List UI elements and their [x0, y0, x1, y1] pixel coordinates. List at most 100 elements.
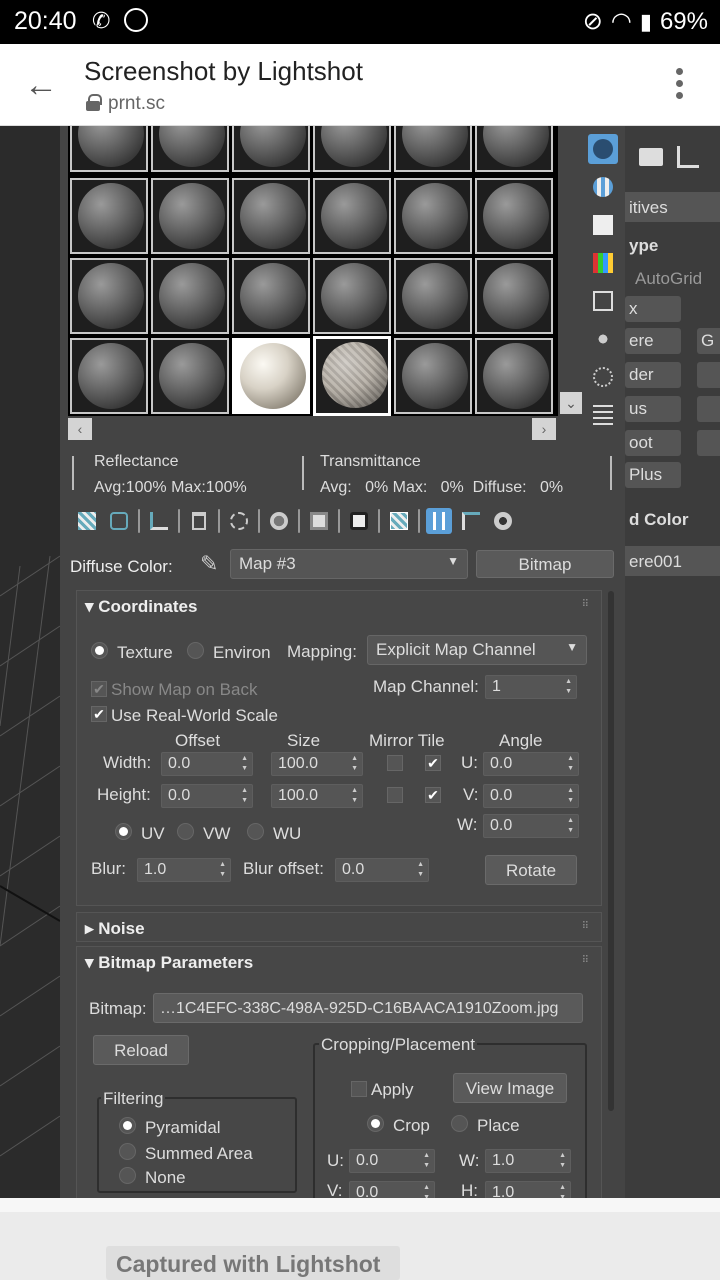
- primitive-button-3b[interactable]: [697, 362, 720, 388]
- crop-h-input[interactable]: 1.0: [485, 1181, 571, 1198]
- material-slot[interactable]: [232, 258, 310, 334]
- width-offset-input[interactable]: 0.0: [161, 752, 253, 776]
- overflow-menu-icon[interactable]: [676, 68, 684, 104]
- map-type-button[interactable]: Bitmap: [476, 550, 614, 578]
- mapping-select[interactable]: Explicit Map Channel ▼: [367, 635, 587, 665]
- crop-w-input[interactable]: 1.0: [485, 1149, 571, 1173]
- blur-offset-input[interactable]: 0.0: [335, 858, 429, 882]
- go-forward-icon[interactable]: [490, 508, 516, 534]
- back-arrow-icon[interactable]: ←: [24, 66, 58, 105]
- material-slot[interactable]: [70, 258, 148, 334]
- uv-radio[interactable]: [115, 823, 132, 840]
- summed-area-radio[interactable]: [119, 1143, 136, 1160]
- put-to-scene-icon[interactable]: [106, 508, 132, 534]
- material-slot[interactable]: [313, 126, 391, 172]
- show-map-icon[interactable]: [386, 508, 412, 534]
- material-slot[interactable]: [232, 178, 310, 254]
- height-size-input[interactable]: 100.0: [271, 784, 363, 808]
- vw-radio[interactable]: [177, 823, 194, 840]
- primitive-button-5[interactable]: oot: [625, 430, 681, 456]
- width-mirror-checkbox[interactable]: [387, 755, 403, 771]
- v-angle-input[interactable]: 0.0: [483, 784, 579, 808]
- material-slot[interactable]: [394, 126, 472, 172]
- view-image-button[interactable]: View Image: [453, 1073, 567, 1103]
- scroll-down-button[interactable]: ⌄: [560, 392, 582, 414]
- rotate-button[interactable]: Rotate: [485, 855, 577, 885]
- material-slot[interactable]: [151, 338, 229, 414]
- primitive-button-3[interactable]: der: [625, 362, 681, 388]
- material-slot[interactable]: [151, 126, 229, 172]
- material-slot-used[interactable]: [232, 338, 310, 414]
- uv-tiling-icon[interactable]: [588, 248, 618, 278]
- material-slot[interactable]: [313, 178, 391, 254]
- scroll-left-button[interactable]: ‹: [68, 418, 92, 440]
- map-name-select[interactable]: Map #3 ▼: [230, 549, 468, 579]
- video-check-icon[interactable]: [588, 286, 618, 316]
- rollout-scrollbar[interactable]: [608, 591, 614, 1111]
- texture-radio[interactable]: [91, 642, 108, 659]
- crop-u-input[interactable]: 0.0: [349, 1149, 435, 1173]
- material-slot[interactable]: [394, 178, 472, 254]
- scroll-right-button[interactable]: ›: [532, 418, 556, 440]
- coordinates-header[interactable]: ▾ Coordinates: [85, 597, 197, 617]
- show-end-result-icon[interactable]: [426, 508, 452, 534]
- material-id-icon[interactable]: [346, 508, 372, 534]
- height-mirror-checkbox[interactable]: [387, 787, 403, 803]
- helpers-icon[interactable]: [677, 146, 699, 168]
- height-tile-checkbox[interactable]: ✔: [425, 787, 441, 803]
- eyedropper-icon[interactable]: ✎: [200, 551, 218, 577]
- u-angle-input[interactable]: 0.0: [483, 752, 579, 776]
- bitmap-parameters-header[interactable]: ▾ Bitmap Parameters: [85, 953, 253, 973]
- w-angle-input[interactable]: 0.0: [483, 814, 579, 838]
- use-real-world-scale-checkbox[interactable]: ✔: [91, 706, 107, 722]
- options-icon[interactable]: [588, 362, 618, 392]
- primitive-button-2b[interactable]: G: [697, 328, 720, 354]
- environ-radio[interactable]: [187, 642, 204, 659]
- make-unique-icon[interactable]: [266, 508, 292, 534]
- material-slot[interactable]: [70, 126, 148, 172]
- material-slot[interactable]: [313, 258, 391, 334]
- material-slot[interactable]: [151, 258, 229, 334]
- bitmap-path-button[interactable]: …1C4EFC-338C-498A-925D-C16BAACA1910Zoom.…: [153, 993, 583, 1023]
- background-icon[interactable]: [588, 210, 618, 240]
- material-slot[interactable]: [70, 338, 148, 414]
- material-slot[interactable]: [475, 258, 553, 334]
- material-slot[interactable]: [151, 178, 229, 254]
- reload-button[interactable]: Reload: [93, 1035, 189, 1065]
- height-offset-input[interactable]: 0.0: [161, 784, 253, 808]
- select-by-material-icon[interactable]: [588, 400, 618, 430]
- material-slot[interactable]: [232, 126, 310, 172]
- width-size-input[interactable]: 100.0: [271, 752, 363, 776]
- material-slot[interactable]: [475, 178, 553, 254]
- wu-radio[interactable]: [247, 823, 264, 840]
- crop-radio[interactable]: [367, 1115, 384, 1132]
- assign-material-icon[interactable]: [146, 508, 172, 534]
- blur-input[interactable]: 1.0: [137, 858, 231, 882]
- pyramidal-radio[interactable]: [119, 1117, 136, 1134]
- material-slot-active[interactable]: [313, 336, 391, 416]
- apply-checkbox[interactable]: [351, 1081, 367, 1097]
- crop-v-input[interactable]: 0.0: [349, 1181, 435, 1198]
- make-preview-icon[interactable]: [588, 324, 618, 354]
- primitive-button-4[interactable]: us: [625, 396, 681, 422]
- sample-type-icon[interactable]: [588, 134, 618, 164]
- primitive-button-4b[interactable]: [697, 396, 720, 422]
- map-channel-input[interactable]: 1: [485, 675, 577, 699]
- delete-icon[interactable]: [186, 508, 212, 534]
- material-slot[interactable]: [475, 338, 553, 414]
- go-to-parent-icon[interactable]: [458, 508, 484, 534]
- make-copy-icon[interactable]: [226, 508, 252, 534]
- place-radio[interactable]: [451, 1115, 468, 1132]
- none-radio[interactable]: [119, 1167, 136, 1184]
- primitive-button-5b[interactable]: [697, 430, 720, 456]
- material-slot[interactable]: [394, 338, 472, 414]
- show-map-on-back-checkbox[interactable]: ✔: [91, 681, 107, 697]
- material-slot[interactable]: [475, 126, 553, 172]
- camera-icon[interactable]: [639, 148, 663, 166]
- primitive-button-2[interactable]: ere: [625, 328, 681, 354]
- width-tile-checkbox[interactable]: ✔: [425, 755, 441, 771]
- material-slot[interactable]: [70, 178, 148, 254]
- primitive-button-6[interactable]: Plus: [625, 462, 681, 488]
- get-material-icon[interactable]: [74, 508, 100, 534]
- noise-header[interactable]: ▸ Noise: [85, 919, 145, 939]
